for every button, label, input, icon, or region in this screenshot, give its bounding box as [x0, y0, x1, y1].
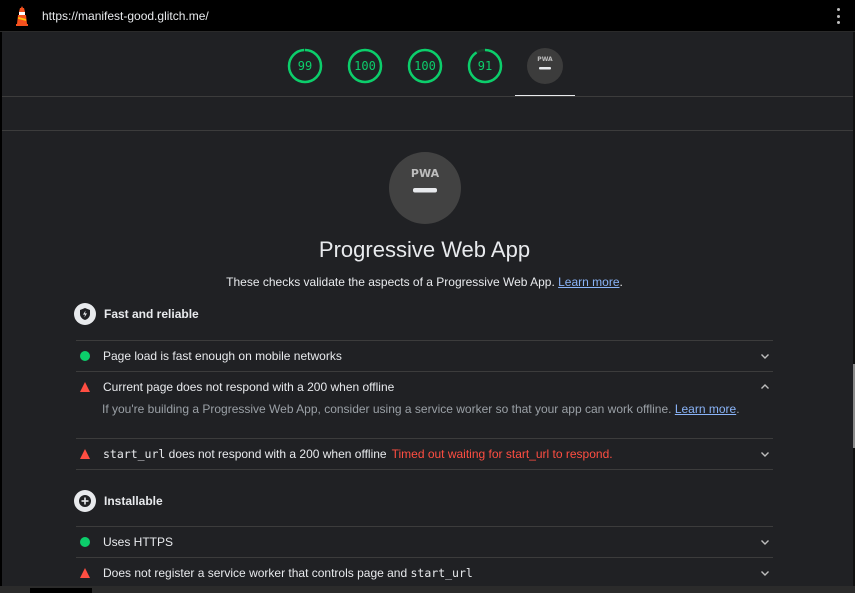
- audit-uses-https[interactable]: Uses HTTPS: [76, 526, 773, 557]
- audit-offline-200[interactable]: Current page does not respond with a 200…: [76, 371, 773, 429]
- score-gauge[interactable]: 100: [407, 48, 443, 84]
- lighthouse-icon: [16, 6, 28, 26]
- audit-title: does not respond with a 200 when offline: [165, 447, 387, 461]
- score-value: 100: [414, 59, 436, 73]
- audit-title: Page load is fast enough on mobile netwo…: [103, 349, 342, 363]
- group-installable-header: Installable: [74, 489, 163, 513]
- audit-title: Does not register a service worker that …: [103, 566, 411, 580]
- learn-more-link[interactable]: Learn more: [558, 275, 619, 289]
- fail-icon: [80, 448, 90, 459]
- pwa-badge-icon: PWA: [411, 167, 440, 193]
- sticky-score-header: 99 100 100 91 PWA: [2, 32, 853, 131]
- score-gauge[interactable]: 91: [467, 48, 503, 84]
- score-gauge[interactable]: 99: [287, 48, 323, 84]
- group-fast-reliable-header: Fast and reliable: [74, 302, 199, 326]
- audit-start-url-offline[interactable]: start_url does not respond with a 200 wh…: [76, 438, 773, 469]
- horizontal-scrollbar-thumb[interactable]: [30, 588, 92, 593]
- chevron-down-icon[interactable]: [759, 536, 771, 548]
- divider: [76, 469, 773, 470]
- score-value: 100: [354, 59, 376, 73]
- pass-icon: [80, 351, 90, 361]
- group-title: Fast and reliable: [104, 307, 199, 321]
- audit-title: Current page does not respond with a 200…: [103, 380, 395, 394]
- score-gauge[interactable]: 100: [347, 48, 383, 84]
- chevron-down-icon[interactable]: [759, 567, 771, 579]
- audit-title: Uses HTTPS: [103, 535, 174, 549]
- pwa-gauge-mini[interactable]: PWA: [527, 48, 563, 84]
- plus-circle-icon: [74, 490, 96, 512]
- horizontal-scrollbar[interactable]: [0, 586, 855, 593]
- svg-text:PWA: PWA: [537, 56, 553, 63]
- audit-service-worker[interactable]: Does not register a service worker that …: [76, 557, 773, 586]
- score-value: 91: [477, 59, 493, 73]
- chevron-down-icon[interactable]: [759, 350, 771, 362]
- lightning-shield-icon: [74, 303, 96, 325]
- pwa-badge-mini-icon: PWA: [537, 56, 553, 70]
- kebab-menu-icon[interactable]: [835, 8, 841, 24]
- fail-icon: [80, 381, 90, 392]
- fail-icon: [80, 567, 90, 578]
- code-start-url: start_url: [103, 447, 166, 461]
- chevron-up-icon[interactable]: [759, 381, 771, 393]
- pass-icon: [80, 537, 90, 547]
- learn-more-link[interactable]: Learn more: [675, 402, 736, 416]
- browser-topbar: https://manifest-good.glitch.me/: [0, 0, 855, 32]
- code-start-url: start_url: [410, 566, 473, 580]
- audit-error-message: Timed out waiting for start_url to respo…: [391, 447, 613, 461]
- audit-page-load-fast[interactable]: Page load is fast enough on mobile netwo…: [76, 340, 773, 371]
- category-description: These checks validate the aspects of a P…: [226, 275, 623, 289]
- category-title: Progressive Web App: [318, 237, 531, 262]
- audit-description: If you're building a Progressive Web App…: [102, 402, 740, 416]
- gauge-row: 99 100 100 91: [2, 32, 853, 96]
- chevron-down-icon[interactable]: [759, 448, 771, 460]
- header-divider: [2, 96, 853, 97]
- page-url[interactable]: https://manifest-good.glitch.me/: [42, 9, 209, 23]
- svg-text:PWA: PWA: [411, 167, 440, 180]
- score-value: 99: [297, 59, 313, 73]
- category-pwa: PWA Progressive Web App These checks val…: [2, 131, 853, 586]
- group-title: Installable: [104, 494, 163, 508]
- pwa-gauge: PWA: [389, 152, 461, 224]
